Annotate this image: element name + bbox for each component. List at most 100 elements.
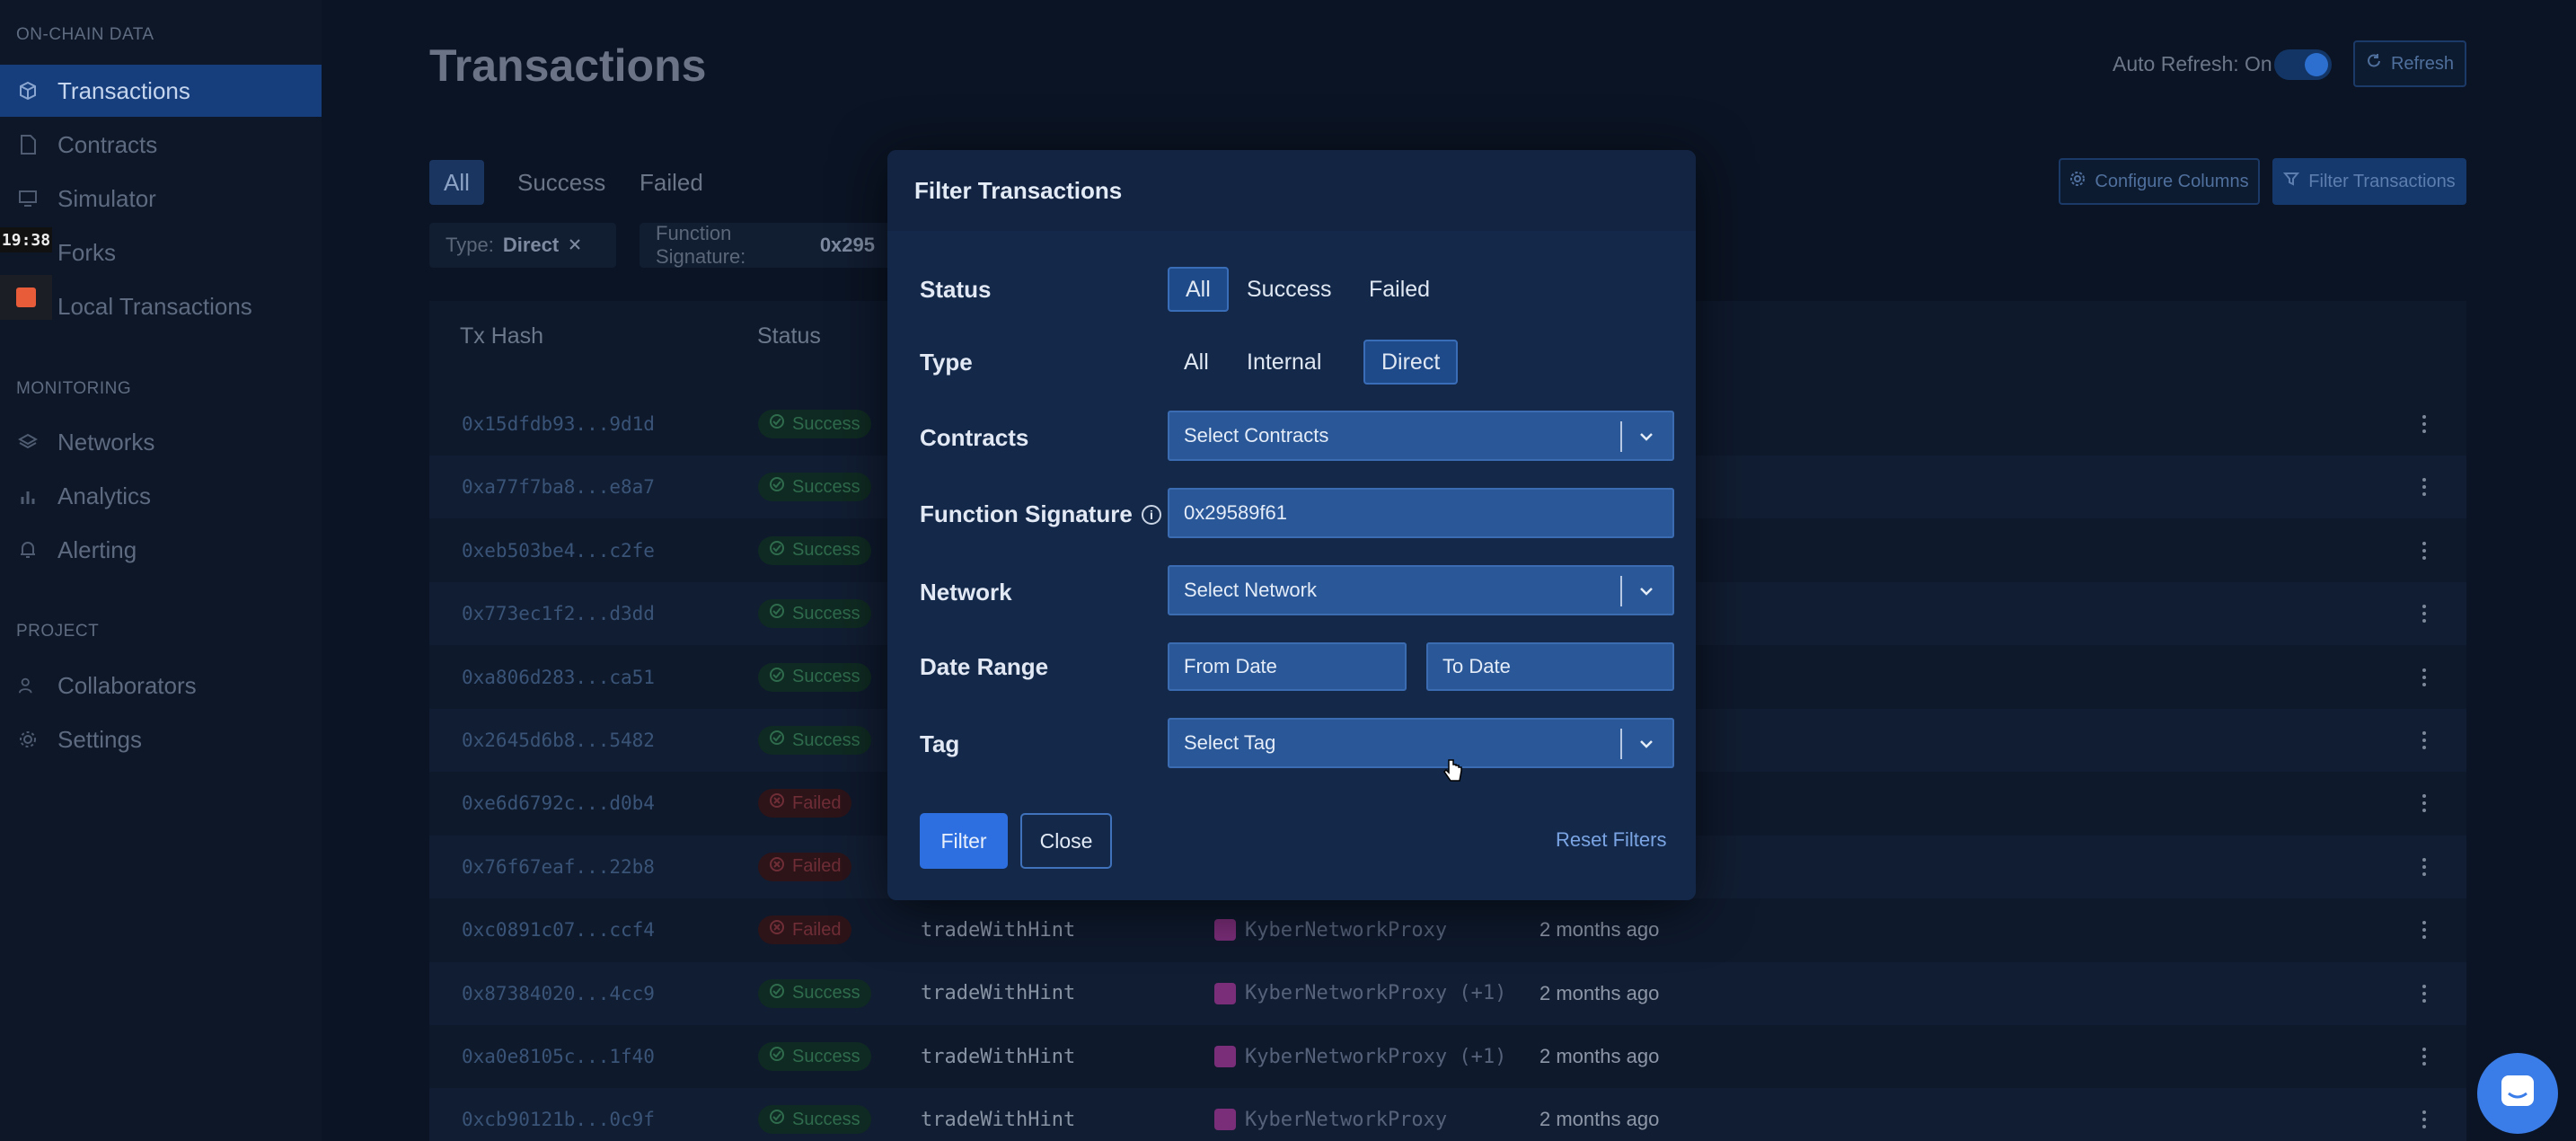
row-actions-icon[interactable] xyxy=(2420,898,2429,961)
type-option-all[interactable]: All xyxy=(1168,340,1225,385)
status-option-failed[interactable]: Failed xyxy=(1353,267,1446,312)
status-badge: Success xyxy=(758,662,871,692)
tx-hash-link[interactable]: 0xa77f7ba8...e8a7 xyxy=(462,456,655,518)
tx-hash-link[interactable]: 0xcb90121b...0c9f xyxy=(462,1088,655,1141)
sidebar-item-transactions[interactable]: Transactions xyxy=(0,65,322,117)
contract-cell[interactable]: KyberNetworkProxy (+1) xyxy=(1214,962,1506,1025)
row-actions-icon[interactable] xyxy=(2420,709,2429,772)
tx-hash-link[interactable]: 0xa806d283...ca51 xyxy=(462,646,655,709)
row-actions-icon[interactable] xyxy=(2420,646,2429,709)
sidebar-item-simulator[interactable]: Simulator xyxy=(0,172,322,225)
chat-support-button[interactable] xyxy=(2477,1053,2558,1134)
table-row[interactable]: 0x87384020...4cc9 Success tradeWithHint Kyb… xyxy=(429,961,2466,1025)
contracts-select[interactable]: Select Contracts xyxy=(1168,411,1674,461)
tab-all[interactable]: All xyxy=(429,160,484,205)
filter-transactions-modal: Filter Transactions Status All Success F… xyxy=(887,150,1696,900)
sidebar-item-settings[interactable]: Settings xyxy=(0,713,322,765)
contract-cell[interactable]: KyberNetworkProxy (+1) xyxy=(1214,1025,1506,1088)
reset-filters-link[interactable]: Reset Filters xyxy=(1556,828,1666,852)
contract-cell[interactable]: KyberNetworkProxy xyxy=(1214,898,1447,961)
row-actions-icon[interactable] xyxy=(2420,962,2429,1025)
chevron-down-icon xyxy=(1636,427,1656,447)
sidebar-item-label: Transactions xyxy=(57,76,190,104)
filter-transactions-button[interactable]: Filter Transactions xyxy=(2272,158,2466,205)
tab-success[interactable]: Success xyxy=(503,160,620,205)
sidebar-item-contracts[interactable]: Contracts xyxy=(0,119,322,171)
refresh-label: Refresh xyxy=(2390,53,2455,74)
status-text: Success xyxy=(792,540,860,561)
network-label: Network xyxy=(920,579,1012,606)
table-row[interactable]: 0xa0e8105c...1f40 Success tradeWithHint Kyb… xyxy=(429,1025,2466,1088)
status-option-all[interactable]: All xyxy=(1168,267,1229,312)
column-header-status: Status xyxy=(757,323,821,349)
network-placeholder: Select Network xyxy=(1184,579,1317,601)
from-date-input[interactable]: From Date xyxy=(1168,642,1407,691)
users-icon xyxy=(18,676,38,695)
status-badge: Failed xyxy=(758,789,852,818)
sidebar-item-collaborators[interactable]: Collaborators xyxy=(0,659,322,712)
sidebar-item-analytics[interactable]: Analytics xyxy=(0,470,322,522)
tab-failed[interactable]: Failed xyxy=(625,160,718,205)
table-row[interactable]: 0xc0891c07...ccf4 Failed tradeWithHint Kybe… xyxy=(429,898,2466,961)
tag-select[interactable]: Select Tag xyxy=(1168,718,1674,768)
check-circle-icon xyxy=(769,476,785,498)
configure-columns-label: Configure Columns xyxy=(2095,171,2249,191)
tx-hash-link[interactable]: 0x76f67eaf...22b8 xyxy=(462,836,655,898)
type-option-internal[interactable]: Internal xyxy=(1231,340,1337,385)
tx-hash-link[interactable]: 0xeb503be4...c2fe xyxy=(462,519,655,582)
configure-columns-button[interactable]: Configure Columns xyxy=(2059,158,2260,205)
function-cell: tradeWithHint xyxy=(921,1045,1076,1068)
chip-value: 0x295 xyxy=(819,234,875,256)
refresh-button[interactable]: Refresh xyxy=(2353,40,2466,87)
tx-hash-link[interactable]: 0x15dfdb93...9d1d xyxy=(462,393,655,456)
tx-hash-link[interactable]: 0x87384020...4cc9 xyxy=(462,962,655,1025)
status-text: Failed xyxy=(792,792,842,813)
info-icon[interactable]: i xyxy=(1141,504,1161,525)
row-actions-icon[interactable] xyxy=(2420,456,2429,518)
table-row[interactable]: 0xcb90121b...0c9f Success tradeWithHint Kyb… xyxy=(429,1088,2466,1141)
row-actions-icon[interactable] xyxy=(2420,1025,2429,1088)
close-icon[interactable] xyxy=(568,234,582,257)
tx-hash-link[interactable]: 0x2645d6b8...5482 xyxy=(462,709,655,772)
to-date-input[interactable]: To Date xyxy=(1426,642,1674,691)
tx-hash-link[interactable]: 0x773ec1f2...d3dd xyxy=(462,582,655,645)
function-signature-filter-chip: Function Signature: 0x295 xyxy=(640,222,891,268)
select-separator xyxy=(1620,421,1622,452)
network-select[interactable]: Select Network xyxy=(1168,565,1674,615)
row-actions-icon[interactable] xyxy=(2420,519,2429,582)
tx-hash-link[interactable]: 0xa0e8105c...1f40 xyxy=(462,1025,655,1088)
status-text: Failed xyxy=(792,919,842,940)
tag-placeholder: Select Tag xyxy=(1184,731,1276,754)
status-text: Success xyxy=(792,730,860,750)
select-separator xyxy=(1620,729,1622,759)
row-actions-icon[interactable] xyxy=(2420,582,2429,645)
tx-hash-link[interactable]: 0xc0891c07...ccf4 xyxy=(462,898,655,961)
sidebar-item-alerting[interactable]: Alerting xyxy=(0,524,322,576)
layers-icon xyxy=(18,432,38,452)
type-option-direct[interactable]: Direct xyxy=(1363,340,1459,385)
function-signature-input[interactable]: 0x29589f61 xyxy=(1168,488,1674,538)
status-badge: Success xyxy=(758,410,871,438)
page-title: Transactions xyxy=(429,40,707,91)
row-actions-icon[interactable] xyxy=(2420,1088,2429,1141)
status-option-success[interactable]: Success xyxy=(1231,267,1347,312)
tx-hash-link[interactable]: 0xe6d6792c...d0b4 xyxy=(462,772,655,835)
type-label: Type xyxy=(920,349,973,376)
close-button[interactable]: Close xyxy=(1020,813,1112,869)
cube-icon xyxy=(18,81,38,101)
sidebar-item-networks[interactable]: Networks xyxy=(0,416,322,468)
filter-button[interactable]: Filter xyxy=(920,813,1008,869)
contract-cell[interactable]: KyberNetworkProxy xyxy=(1214,1088,1447,1141)
sidebar-item-label: Analytics xyxy=(57,482,152,509)
check-circle-icon xyxy=(769,1046,785,1067)
chip-label: Type: xyxy=(446,234,494,256)
auto-refresh-toggle[interactable] xyxy=(2274,49,2332,80)
sidebar-item-label: Networks xyxy=(57,428,155,456)
row-actions-icon[interactable] xyxy=(2420,393,2429,456)
stop-recording-button[interactable] xyxy=(0,275,52,320)
row-actions-icon[interactable] xyxy=(2420,836,2429,898)
contract-name: KyberNetworkProxy (+1) xyxy=(1245,1045,1507,1068)
gear-icon xyxy=(18,730,38,749)
error-circle-icon xyxy=(769,856,785,878)
row-actions-icon[interactable] xyxy=(2420,772,2429,835)
